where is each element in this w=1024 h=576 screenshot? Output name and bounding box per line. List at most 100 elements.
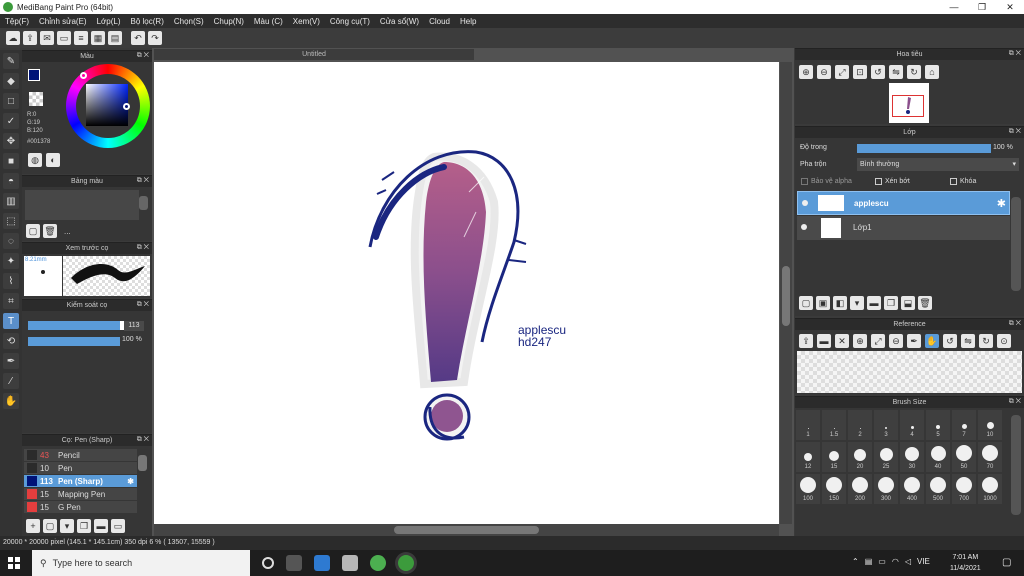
rotate-right-icon[interactable]: ↻ — [907, 65, 921, 79]
halftone-layer-icon[interactable]: ▾ — [850, 296, 864, 310]
menu-cloud[interactable]: Cloud — [424, 17, 455, 26]
layer-folder-icon[interactable]: ▬ — [867, 296, 881, 310]
hue-wheel[interactable] — [66, 64, 150, 148]
minimize-button[interactable]: — — [940, 2, 968, 13]
brush-item[interactable]: 10 Pen — [24, 462, 137, 474]
delete-palette-icon[interactable]: 🗑 — [43, 224, 57, 238]
magic-wand-tool-icon[interactable]: ✦ — [3, 253, 19, 269]
saturation-square[interactable] — [86, 84, 128, 126]
menu-select[interactable]: Chọn(S) — [169, 17, 209, 26]
lock-view-icon[interactable]: ⌂ — [925, 65, 939, 79]
actual-size-icon[interactable]: ⊡ — [853, 65, 867, 79]
checkbox-icon[interactable] — [875, 178, 882, 185]
panel-controls-icon[interactable]: ⧉ ✕ — [137, 244, 149, 252]
panel-controls-icon[interactable]: ⧉ ✕ — [137, 301, 149, 309]
new-layer-icon[interactable]: ▢ — [799, 296, 813, 310]
menu-tools[interactable]: Công cụ(T) — [325, 17, 375, 26]
operation-tool-icon[interactable]: ⟲ — [3, 333, 19, 349]
restore-button[interactable]: ❐ — [968, 2, 996, 13]
brush-size-cell[interactable]: 40 — [926, 442, 950, 472]
zoom-in-icon[interactable]: ⊕ — [799, 65, 813, 79]
reference-folder-icon[interactable]: ▬ — [817, 334, 831, 348]
reference-eyedropper-icon[interactable]: ✒ — [907, 334, 921, 348]
menu-file[interactable]: Tệp(F) — [0, 17, 34, 26]
brush-size-cell[interactable]: 5 — [926, 410, 950, 440]
brush-size-cell[interactable]: 7 — [952, 410, 976, 440]
brush-item[interactable]: 15 Mapping Pen — [24, 488, 137, 500]
drawing-canvas[interactable]: applescu hd247 — [154, 62, 779, 524]
pen-tool-icon[interactable]: ✓ — [3, 113, 19, 129]
zoom-out-icon[interactable]: ⊖ — [817, 65, 831, 79]
panel-controls-icon[interactable]: ⧉ ✕ — [1009, 398, 1021, 406]
undo-icon[interactable]: ↶ — [131, 31, 145, 45]
chevron-up-icon[interactable]: ⌃ — [852, 557, 859, 566]
brush-item-selected[interactable]: 113 Pen (Sharp) ✱ — [24, 475, 137, 487]
reference-close-icon[interactable]: ✕ — [835, 334, 849, 348]
brush-size-cell[interactable]: 700 — [952, 474, 976, 504]
brush-size-cell[interactable]: 100 — [796, 474, 820, 504]
reference-image-area[interactable] — [797, 351, 1022, 393]
menu-color[interactable]: Màu (C) — [249, 17, 288, 26]
cortana-icon[interactable] — [262, 557, 274, 569]
brush-size-cell[interactable]: 10 — [978, 410, 1002, 440]
reference-zoom-out-icon[interactable]: ⊖ — [889, 334, 903, 348]
layer-settings-icon[interactable]: ✱ — [997, 197, 1006, 210]
transparent-color-swatch[interactable] — [29, 92, 43, 106]
panel-controls-icon[interactable]: ⧉ ✕ — [1009, 320, 1021, 328]
brush-size-cell[interactable]: 15 — [822, 442, 846, 472]
brush-size-cell[interactable]: 1.5 — [822, 410, 846, 440]
reference-flip-icon[interactable]: ⇋ — [961, 334, 975, 348]
select-tool-icon[interactable]: ⬚ — [3, 213, 19, 229]
windows-start-icon[interactable] — [8, 557, 20, 569]
gradient-tool-icon[interactable]: ▥ — [3, 193, 19, 209]
layer-row[interactable]: Lớp1 — [797, 216, 1010, 240]
mail-icon[interactable] — [314, 555, 330, 571]
merge-layer-icon[interactable]: ⬓ — [901, 296, 915, 310]
add-palette-icon[interactable]: ▢ — [26, 224, 40, 238]
fit-icon[interactable]: ⤢ — [835, 65, 849, 79]
brush-size-cell[interactable]: 2 — [848, 410, 872, 440]
menu-filter[interactable]: Bộ lọc(R) — [126, 17, 169, 26]
brush-size-cell[interactable]: 3 — [874, 410, 898, 440]
reference-open-icon[interactable]: ⇪ — [799, 334, 813, 348]
brush-list-scrollbar[interactable] — [138, 455, 147, 471]
menu-snap[interactable]: Chụp(N) — [209, 17, 249, 26]
volume-icon[interactable]: ◁ — [905, 557, 911, 566]
grid-icon[interactable]: ▦ — [91, 31, 105, 45]
language-indicator[interactable]: VIE — [917, 557, 930, 566]
brush-size-cell[interactable]: 1000 — [978, 474, 1002, 504]
visibility-eye-icon[interactable] — [802, 200, 808, 206]
brush-size-cell[interactable]: 400 — [900, 474, 924, 504]
reference-reset-icon[interactable]: ⊙ — [997, 334, 1011, 348]
vertical-scroll-thumb[interactable] — [782, 266, 790, 326]
brush-menu-icon[interactable]: ▾ — [60, 519, 74, 533]
lasso-tool-icon[interactable]: ◌ — [3, 233, 19, 249]
menu-edit[interactable]: Chỉnh sửa(E) — [34, 17, 92, 26]
brush-item[interactable]: 43 Pencil — [24, 449, 137, 461]
taskbar-search-box[interactable]: ⚲ Type here to search — [32, 550, 250, 576]
color-settings-icon[interactable]: ◐ — [46, 153, 60, 167]
horizontal-scroll-thumb[interactable] — [394, 526, 539, 534]
blend-mode-select[interactable]: Bình thường ▾ — [857, 158, 1019, 171]
checkbox-icon[interactable] — [801, 178, 808, 185]
brush-size-cell[interactable]: 50 — [952, 442, 976, 472]
comment-icon[interactable]: ▭ — [57, 31, 71, 45]
panel-controls-icon[interactable]: ⧉ ✕ — [137, 436, 149, 444]
reference-fit-icon[interactable]: ⤢ — [871, 334, 885, 348]
panel-controls-icon[interactable]: ⧉ ✕ — [137, 52, 149, 60]
brush-panel-icon[interactable]: ▭ — [111, 519, 125, 533]
menu-window[interactable]: Cửa sổ(W) — [375, 17, 424, 26]
layer-row-selected[interactable]: applescu ✱ — [797, 191, 1010, 215]
visibility-eye-icon[interactable] — [801, 224, 807, 230]
text-tool-icon[interactable]: T — [3, 313, 19, 329]
lock-option[interactable]: Khóa — [950, 178, 976, 185]
brush-tool-icon[interactable]: ✎ — [3, 53, 19, 69]
network-icon[interactable]: ▤ — [865, 557, 873, 566]
brush-size-cell[interactable]: 150 — [822, 474, 846, 504]
upload-icon[interactable]: ⇪ — [23, 31, 37, 45]
hue-cursor[interactable] — [80, 72, 87, 79]
cloud-icon[interactable]: ☁ — [6, 31, 20, 45]
clipping-option[interactable]: Xén bớt — [875, 178, 910, 185]
canvas-tab[interactable]: Untitled — [154, 49, 474, 60]
store-icon[interactable] — [342, 555, 358, 571]
